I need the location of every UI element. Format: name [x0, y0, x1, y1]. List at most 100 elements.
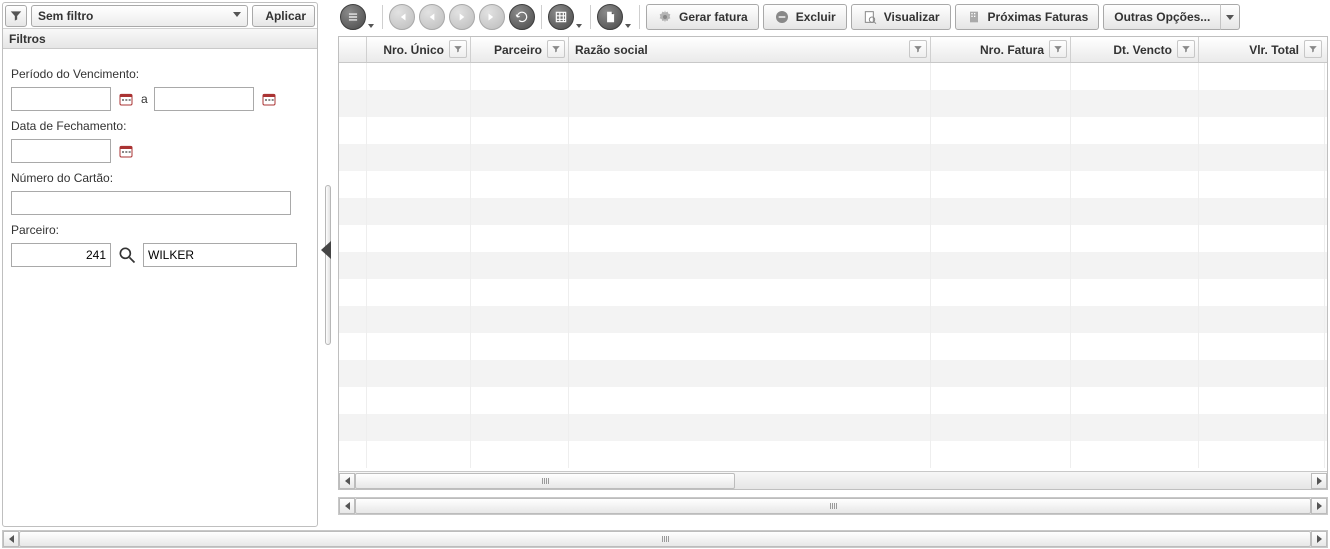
table-row	[339, 441, 1327, 468]
table-row	[339, 387, 1327, 414]
visualizar-label: Visualizar	[884, 10, 940, 24]
outras-opcoes-label: Outras Opções...	[1114, 10, 1210, 24]
panel-splitter[interactable]	[320, 2, 336, 527]
col-nro-unico[interactable]: Nro. Único	[367, 37, 471, 62]
filter-icon[interactable]	[547, 40, 565, 58]
table-row	[339, 90, 1327, 117]
table-row	[339, 63, 1327, 90]
table-row	[339, 306, 1327, 333]
outras-opcoes-splitbutton: Outras Opções...	[1103, 4, 1240, 30]
table-row	[339, 414, 1327, 441]
next-icon	[455, 10, 469, 24]
col-dt-vencto[interactable]: Dt. Vencto	[1071, 37, 1199, 62]
table-row	[339, 252, 1327, 279]
last-icon	[485, 10, 499, 24]
panel-horizontal-scrollbar[interactable]	[338, 497, 1328, 515]
gerar-fatura-button[interactable]: Gerar fatura	[646, 4, 759, 30]
data-fechamento-label: Data de Fechamento:	[11, 119, 309, 133]
chevron-down-icon[interactable]	[368, 24, 374, 28]
table-row	[339, 144, 1327, 171]
window-horizontal-scrollbar[interactable]	[2, 530, 1328, 548]
table-row	[339, 117, 1327, 144]
gear-icon	[657, 9, 673, 25]
filter-icon[interactable]	[1304, 40, 1322, 58]
parceiro-code-input[interactable]	[11, 243, 111, 267]
numero-cartao-label: Número do Cartão:	[11, 171, 309, 185]
search-icon[interactable]	[117, 245, 137, 265]
periodo-end-input[interactable]	[154, 87, 254, 111]
arrow-left-icon	[9, 535, 14, 543]
filter-icon[interactable]	[1049, 40, 1067, 58]
menu-button[interactable]	[340, 4, 366, 30]
parceiro-name-input[interactable]	[143, 243, 297, 267]
calendar-icon[interactable]	[117, 142, 135, 160]
parceiro-label: Parceiro:	[11, 223, 309, 237]
export-button[interactable]	[597, 4, 623, 30]
col-nro-fatura[interactable]: Nro. Fatura	[931, 37, 1071, 62]
apply-filter-button[interactable]: Aplicar	[252, 5, 315, 27]
nav-next-button[interactable]	[449, 4, 475, 30]
table-row	[339, 333, 1327, 360]
grid-horizontal-scrollbar[interactable]	[339, 471, 1327, 489]
nav-first-button[interactable]	[389, 4, 415, 30]
periodo-start-input[interactable]	[11, 87, 111, 111]
preview-icon	[862, 9, 878, 25]
funnel-gear-icon	[9, 9, 23, 23]
gerar-fatura-label: Gerar fatura	[679, 10, 748, 24]
excluir-button[interactable]: Excluir	[763, 4, 847, 30]
toolbar: Gerar fatura Excluir Visualizar Próximas…	[338, 2, 1328, 32]
calendar-icon[interactable]	[260, 90, 278, 108]
main-panel: Gerar fatura Excluir Visualizar Próximas…	[338, 2, 1328, 527]
proximas-faturas-label: Próximas Faturas	[988, 10, 1089, 24]
outras-opcoes-dropdown[interactable]	[1220, 4, 1240, 30]
arrow-left-icon	[345, 502, 350, 510]
first-icon	[395, 10, 409, 24]
grid-icon	[554, 10, 568, 24]
chevron-down-icon	[1226, 15, 1234, 20]
filter-icon[interactable]	[909, 40, 927, 58]
refresh-icon	[515, 10, 529, 24]
periodo-sep: a	[141, 92, 148, 106]
filter-preset-label: Sem filtro	[38, 9, 93, 23]
filter-icon[interactable]	[1177, 40, 1195, 58]
nav-last-button[interactable]	[479, 4, 505, 30]
arrow-right-icon	[1317, 477, 1322, 485]
prev-icon	[425, 10, 439, 24]
refresh-button[interactable]	[509, 4, 535, 30]
filter-icon[interactable]	[449, 40, 467, 58]
arrow-right-icon	[1317, 502, 1322, 510]
data-grid: Nro. Único Parceiro Razão social Nro. Fa…	[338, 36, 1328, 490]
document-icon	[603, 10, 617, 24]
proximas-faturas-button[interactable]: Próximas Faturas	[955, 4, 1100, 30]
chevron-down-icon	[233, 12, 241, 17]
menu-icon	[346, 10, 360, 24]
calendar-icon[interactable]	[117, 90, 135, 108]
data-fechamento-input[interactable]	[11, 139, 111, 163]
arrow-left-icon	[345, 477, 350, 485]
filters-title: Filtros	[3, 29, 317, 49]
col-razao-social[interactable]: Razão social	[569, 37, 931, 62]
filters-panel: Sem filtro Aplicar Filtros Período do Ve…	[2, 2, 318, 527]
table-row	[339, 198, 1327, 225]
chevron-down-icon[interactable]	[576, 24, 582, 28]
table-row	[339, 171, 1327, 198]
chevron-down-icon[interactable]	[625, 24, 631, 28]
table-row	[339, 360, 1327, 387]
col-parceiro[interactable]: Parceiro	[471, 37, 569, 62]
apply-label: Aplicar	[265, 9, 306, 23]
nav-prev-button[interactable]	[419, 4, 445, 30]
filter-preset-select[interactable]: Sem filtro	[31, 5, 248, 27]
arrow-right-icon	[1317, 535, 1322, 543]
visualizar-button[interactable]: Visualizar	[851, 4, 951, 30]
grid-body	[339, 63, 1327, 471]
building-icon	[966, 9, 982, 25]
outras-opcoes-button[interactable]: Outras Opções...	[1103, 4, 1220, 30]
col-vlr-total[interactable]: Vlr. Total	[1199, 37, 1325, 62]
periodo-vencimento-label: Período do Vencimento:	[11, 67, 309, 81]
numero-cartao-input[interactable]	[11, 191, 291, 215]
filter-manage-button[interactable]	[5, 5, 27, 27]
col-checkbox[interactable]	[339, 37, 367, 62]
table-row	[339, 279, 1327, 306]
minus-circle-icon	[774, 9, 790, 25]
grid-settings-button[interactable]	[548, 4, 574, 30]
